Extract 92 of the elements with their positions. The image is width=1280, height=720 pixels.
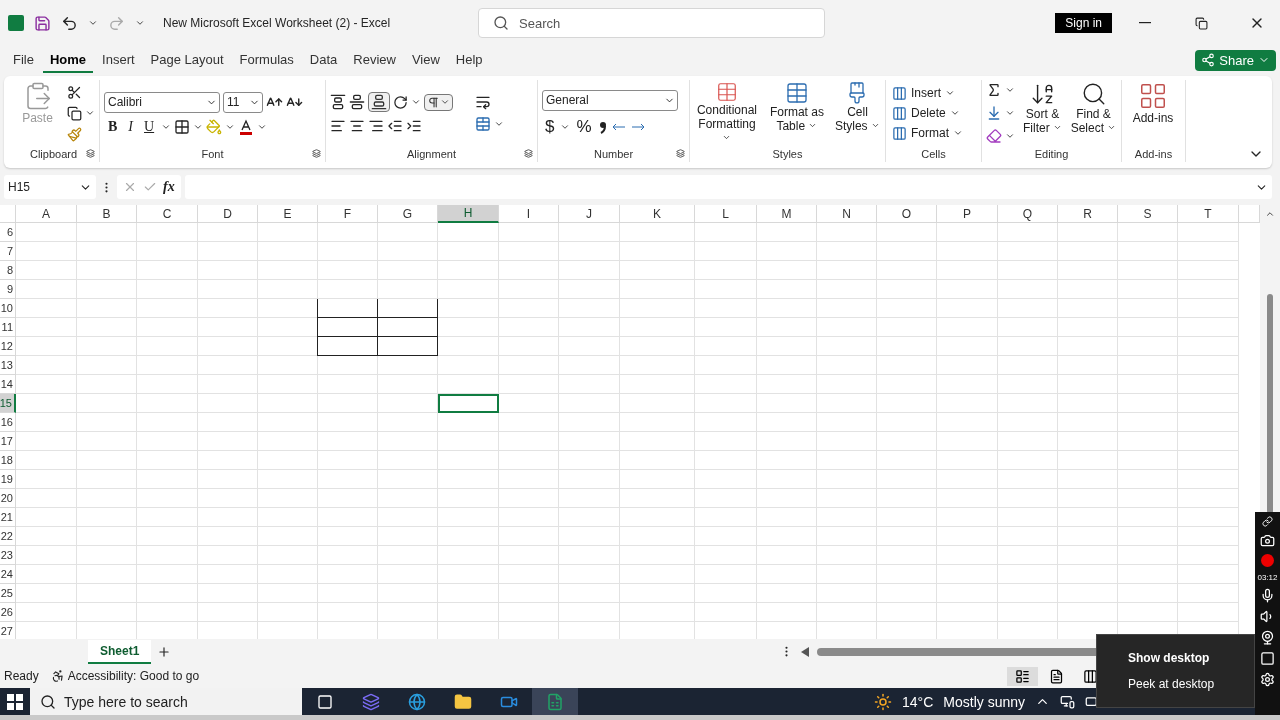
ribbon-tab[interactable]: Insert (95, 47, 142, 73)
row-header[interactable]: 6 (0, 223, 16, 242)
row-header[interactable]: 22 (0, 527, 16, 546)
row-header[interactable]: 11 (0, 318, 16, 337)
group-label: Alignment (407, 148, 456, 160)
ribbon-tab[interactable]: View (404, 47, 447, 73)
column-header[interactable]: K (620, 205, 695, 223)
search-placeholder: Search (519, 15, 561, 31)
column-header[interactable]: I (499, 205, 559, 223)
row-header[interactable]: 15 (0, 394, 16, 413)
styles-button[interactable]: Conditional Formatting (694, 80, 760, 146)
ribbon-tab[interactable]: File (6, 47, 41, 73)
menu-item[interactable]: Show desktop (1128, 651, 1254, 665)
column-header[interactable]: N (817, 205, 877, 223)
weather-text: Mostly sunny (943, 693, 1025, 710)
row-header[interactable]: 18 (0, 451, 16, 470)
column-header[interactable]: E (258, 205, 318, 223)
row-header[interactable]: 25 (0, 584, 16, 603)
row-header[interactable]: 16 (0, 413, 16, 432)
cells-button[interactable]: Delete (890, 104, 965, 122)
row-header[interactable]: 14 (0, 375, 16, 394)
row-header[interactable]: 7 (0, 242, 16, 261)
column-header[interactable]: C (137, 205, 198, 223)
share-button[interactable]: Share (1195, 49, 1276, 71)
status-mode: Ready (4, 669, 39, 683)
taskbar-search-field[interactable]: Type here to search (30, 688, 302, 715)
underline-button[interactable]: U (140, 118, 159, 135)
column-header[interactable]: H (438, 205, 499, 223)
row-header[interactable]: 24 (0, 565, 16, 584)
window-title: New Microsoft Excel Worksheet (2) - Excel (163, 16, 392, 30)
column-header[interactable]: B (77, 205, 137, 223)
row-header[interactable]: 10 (0, 299, 16, 318)
font-size-dropdown[interactable]: 11 (223, 91, 263, 113)
number-format-dropdown[interactable]: General (542, 89, 678, 111)
row-header[interactable]: 21 (0, 508, 16, 527)
column-header[interactable]: D (198, 205, 258, 223)
name-box[interactable]: H15 (4, 175, 96, 199)
bold-button[interactable]: B (104, 118, 122, 135)
search-field[interactable]: Search (478, 8, 825, 38)
add-ins-button[interactable]: Add-ins (1126, 80, 1180, 146)
column-header[interactable]: G (378, 205, 438, 223)
sheet-tab[interactable]: Sheet1 (88, 639, 152, 664)
ribbon-tab[interactable]: Review (346, 47, 403, 73)
group-label: Styles (772, 148, 803, 160)
group-label: Number (593, 148, 634, 160)
row-header[interactable]: 23 (0, 546, 16, 565)
font-name-dropdown[interactable]: Calibri (104, 91, 220, 113)
temperature: 14°C (902, 693, 934, 710)
editing-button[interactable]: Find & Select (1070, 80, 1117, 146)
row-header[interactable]: 19 (0, 470, 16, 489)
editing-button[interactable]: Sort & Filter (1019, 80, 1066, 146)
recording-timer: 03:12 (1257, 573, 1278, 582)
styles-button[interactable]: Format as Table (763, 80, 830, 146)
insert-function-button[interactable]: fx (163, 179, 175, 195)
cells-button[interactable]: Format (890, 124, 965, 142)
column-header[interactable]: M (757, 205, 817, 223)
row-header[interactable]: 12 (0, 337, 16, 356)
currency-button[interactable]: $ (542, 116, 558, 137)
column-header[interactable]: S (1118, 205, 1178, 223)
column-header[interactable]: A (16, 205, 77, 223)
ribbon-tab[interactable]: Page Layout (143, 47, 231, 73)
group-label: Editing (1034, 148, 1069, 160)
cells-button[interactable]: Insert (890, 84, 965, 102)
row-header[interactable]: 20 (0, 489, 16, 508)
italic-button[interactable]: I (124, 118, 137, 135)
styles-button[interactable]: Cell Styles (833, 80, 881, 146)
column-header[interactable]: P (937, 205, 998, 223)
row-header[interactable]: 26 (0, 603, 16, 622)
ribbon-tab[interactable]: Formulas (232, 47, 301, 73)
sign-in-button[interactable]: Sign in (1055, 13, 1112, 33)
menu-item[interactable]: Peek at desktop (1128, 677, 1254, 691)
column-header[interactable]: J (559, 205, 620, 223)
ribbon-tab[interactable]: Home (42, 47, 94, 73)
row-header[interactable]: 13 (0, 356, 16, 375)
group-label: Add-ins (1134, 148, 1173, 160)
group-label: Clipboard (29, 148, 78, 160)
ribbon-tab[interactable]: Help (448, 47, 490, 73)
row-header[interactable]: 9 (0, 280, 16, 299)
row-header[interactable]: 17 (0, 432, 16, 451)
row-header[interactable]: 8 (0, 261, 16, 280)
group-label: Font (201, 148, 224, 160)
column-header[interactable]: O (877, 205, 937, 223)
column-header[interactable]: T (1178, 205, 1239, 223)
percent-button[interactable]: % (573, 116, 595, 137)
column-header[interactable]: L (695, 205, 757, 223)
ribbon-tab[interactable]: Data (302, 47, 345, 73)
row-header[interactable]: 27 (0, 622, 16, 639)
column-header[interactable]: F (318, 205, 378, 223)
column-header[interactable]: R (1058, 205, 1118, 223)
group-label: Cells (921, 148, 946, 160)
accessibility-status[interactable]: Accessibility: Good to go (67, 669, 200, 683)
column-header[interactable]: Q (998, 205, 1058, 223)
